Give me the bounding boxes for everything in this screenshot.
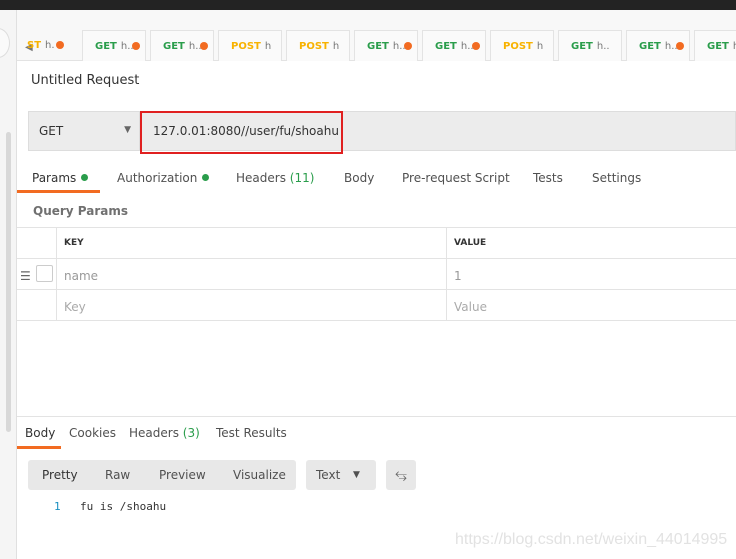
- unsaved-dot-icon: [676, 42, 684, 50]
- request-tab[interactable]: POST h: [286, 30, 350, 61]
- tab-settings[interactable]: Settings: [592, 171, 641, 185]
- key-input[interactable]: Key: [57, 290, 447, 320]
- table-row: ☰ name 1: [17, 259, 736, 290]
- unsaved-dot-icon: [472, 42, 480, 50]
- chevron-down-icon: ▼: [353, 470, 360, 480]
- request-tab[interactable]: GET h...: [82, 30, 146, 61]
- scrollbar[interactable]: [6, 132, 11, 432]
- row-checkbox[interactable]: [36, 265, 53, 282]
- tab-method: POST: [231, 41, 261, 52]
- method-value: GET: [39, 124, 64, 138]
- tab-method: GET: [435, 41, 457, 52]
- request-title[interactable]: Untitled Request: [31, 73, 139, 88]
- tab-headers[interactable]: Headers (11): [236, 171, 314, 185]
- request-tab[interactable]: POST h: [218, 30, 282, 61]
- tab-body[interactable]: Body: [344, 171, 374, 185]
- unsaved-dot-icon: [200, 42, 208, 50]
- drag-handle-icon[interactable]: ☰: [20, 269, 31, 283]
- wrap-lines-icon[interactable]: ⥃: [386, 460, 416, 490]
- key-header: KEY: [57, 228, 447, 258]
- query-params-heading: Query Params: [33, 204, 129, 218]
- tab-authorization[interactable]: Authorization: [117, 171, 210, 185]
- tab-method: GET: [571, 41, 593, 52]
- tab-method: GET: [639, 41, 661, 52]
- request-tab[interactable]: GET h...: [422, 30, 486, 61]
- request-tab[interactable]: ST h.: [21, 30, 69, 61]
- value-header: VALUE: [454, 238, 487, 248]
- response-tab-body[interactable]: Body: [25, 426, 55, 440]
- tab-method: GET: [95, 41, 117, 52]
- request-tab[interactable]: GET h...: [150, 30, 214, 61]
- tab-url: h: [332, 41, 340, 52]
- sidebar-toggle[interactable]: [0, 28, 10, 58]
- view-raw[interactable]: Raw: [105, 468, 130, 482]
- key-cell[interactable]: name: [57, 259, 447, 289]
- tab-url: h..: [596, 41, 610, 52]
- tab-pre-request-script[interactable]: Pre-request Script: [402, 171, 510, 185]
- tab-method: GET: [707, 41, 729, 52]
- response-body-text: fu is /shoahu: [80, 500, 167, 513]
- value-input[interactable]: Value: [447, 290, 736, 320]
- sidebar: [0, 10, 17, 559]
- request-options-tabs: Params Authorization Headers (11) Body P…: [17, 165, 736, 193]
- tab-url: h.: [45, 40, 55, 51]
- tab-method: GET: [163, 41, 185, 52]
- unsaved-dot-icon: [56, 41, 64, 49]
- format-value: Text: [316, 468, 341, 482]
- title-bar: [0, 0, 736, 10]
- view-pretty[interactable]: Pretty: [42, 468, 78, 482]
- view-visualize[interactable]: Visualize: [233, 468, 286, 482]
- tab-method: GET: [367, 41, 389, 52]
- tab-tests[interactable]: Tests: [533, 171, 563, 185]
- request-tab[interactable]: GET h..: [558, 30, 622, 61]
- request-tab[interactable]: POST h: [490, 30, 554, 61]
- watermark: https://blog.csdn.net/weixin_44014995: [455, 531, 728, 548]
- tab-url: h: [536, 41, 544, 52]
- response-tab-test-results[interactable]: Test Results: [216, 426, 287, 440]
- params-table: KEY VALUE ☰ name 1 Key Value: [17, 227, 736, 321]
- chevron-down-icon: ▼: [124, 125, 131, 135]
- unsaved-dot-icon: [404, 42, 412, 50]
- table-header: KEY VALUE: [17, 228, 736, 259]
- active-response-tab-indicator: [17, 446, 61, 449]
- tab-method: POST: [299, 41, 329, 52]
- status-dot: [202, 174, 210, 181]
- request-tab[interactable]: GET h...: [626, 30, 690, 61]
- response-divider: [17, 416, 736, 417]
- url-input[interactable]: 127.0.01:8080//user/fu/shoahu: [140, 111, 343, 154]
- active-tab-indicator: [17, 190, 100, 193]
- line-number: 1: [54, 500, 61, 513]
- unsaved-dot-icon: [132, 42, 140, 50]
- view-preview[interactable]: Preview: [159, 468, 206, 482]
- tab-method: POST: [503, 41, 533, 52]
- table-row-new: Key Value: [17, 290, 736, 321]
- response-tab-headers[interactable]: Headers (3): [129, 426, 200, 440]
- tab-params[interactable]: Params: [32, 171, 89, 185]
- response-tab-cookies[interactable]: Cookies: [69, 426, 116, 440]
- request-tab[interactable]: GET h...: [354, 30, 418, 61]
- status-dot: [81, 174, 89, 181]
- value-cell[interactable]: 1: [447, 259, 736, 289]
- request-tab[interactable]: GETh: [694, 30, 736, 61]
- tab-method: ST: [27, 40, 42, 51]
- tab-url: h: [264, 41, 272, 52]
- request-tabs: ◀ ST h. GET h... GET h... POST h POST h GET h... GET…: [17, 10, 736, 61]
- method-select[interactable]: GET ▼: [28, 111, 140, 151]
